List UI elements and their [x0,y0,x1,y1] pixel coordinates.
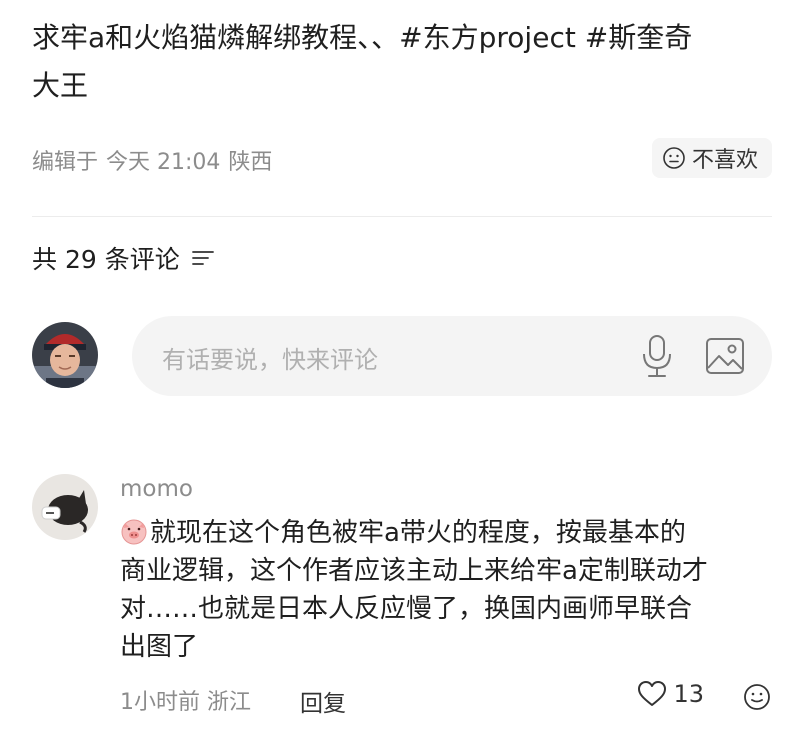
divider [32,216,772,217]
image-icon[interactable] [704,336,746,376]
comment-location: 浙江 [207,690,252,715]
like-button[interactable]: 13 [637,680,704,708]
post-title: 求牢a和火焰猫燐解绑教程、、#东方project #斯奎奇 大王 [32,14,772,110]
hashtag-link[interactable]: #东方project [399,21,576,54]
comment-footer: 1小时前 浙江 回复 13 [120,680,772,718]
comment-time-text: 1小时前 [120,690,200,715]
reply-button[interactable]: 回复 [300,684,346,718]
comment-line: 商业逻辑，这个作者应该主动上来给牢a定制联动才 [120,556,708,586]
avatar[interactable] [32,322,98,388]
post-location: 陕西 [228,150,273,175]
comment-count: 共 29 条评论 [32,245,180,274]
smiley-reaction-icon[interactable] [742,682,772,712]
edited-label: 编辑于 [32,150,99,175]
dislike-button[interactable]: 不喜欢 [651,138,772,178]
hashtag-link[interactable]: #斯奎奇 [585,21,692,54]
edit-info: 编辑于 今天 21:04 陕西 [32,144,280,176]
post-title-text: 大王 [32,69,89,102]
comment-line: 就现在这个角色被牢a带火的程度，按最基本的 [150,518,686,548]
edited-time: 今天 21:04 [106,150,221,175]
commenter-avatar-image [32,474,98,540]
user-avatar-image [32,322,98,388]
post-title-text: 求牢a和火焰猫燐解绑教程、、 [32,21,400,54]
neutral-face-icon [663,147,685,169]
avatar[interactable] [32,474,98,540]
microphone-icon[interactable] [640,334,674,378]
heart-icon [638,681,667,706]
comment-line: 出图了 [120,632,199,662]
dislike-label: 不喜欢 [691,148,758,173]
comment-body: 就现在这个角色被牢a带火的程度，按最基本的 商业逻辑，这个作者应该主动上来给牢a… [120,514,770,666]
like-count: 13 [673,680,704,708]
comment-username[interactable]: momo [120,476,193,502]
comments-header: 共 29 条评论 [32,238,216,278]
comment-line: 对……也就是日本人反应慢了，换国内画师早联合 [120,594,693,624]
comment-input[interactable]: 有话要说，快来评论 [132,316,772,396]
sort-lines-icon[interactable] [190,248,216,268]
comment-input-placeholder: 有话要说，快来评论 [162,346,378,374]
post-meta: 编辑于 今天 21:04 陕西 不喜欢 [32,138,772,178]
comment-time: 1小时前 浙江 [120,684,251,716]
pig-face-emoji-icon [121,519,147,545]
